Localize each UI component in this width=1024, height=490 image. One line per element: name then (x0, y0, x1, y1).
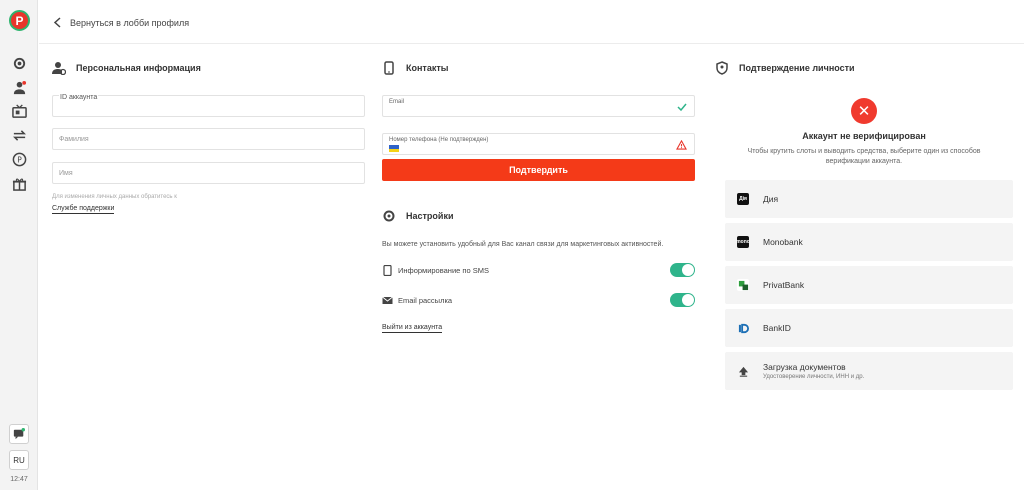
logout-link[interactable]: Выйти из аккаунта (382, 324, 443, 333)
language-button[interactable]: RU (9, 450, 29, 470)
verify-bankid-button[interactable]: BankID (725, 309, 1013, 347)
email-toggle[interactable] (670, 293, 695, 307)
contacts-section: Контакты Email Номер телефона (Не подтве… (382, 58, 695, 333)
sms-setting-row: Информирование по SMS (382, 262, 695, 278)
transfer-icon[interactable] (11, 127, 27, 143)
name-field[interactable]: Имя (52, 162, 365, 184)
svg-text:P: P (17, 155, 22, 164)
topbar: Вернуться в лобби профиля (39, 0, 1024, 44)
tv-games-icon[interactable] (11, 103, 27, 119)
support-link[interactable]: Службе поддержки (52, 205, 115, 214)
chat-icon (13, 428, 25, 440)
phone-label: Номер телефона (Не подтвержден) (389, 137, 489, 143)
verify-privatbank-button[interactable]: PrivatBank (725, 266, 1013, 304)
personal-info-title: Персональная информация (76, 63, 201, 73)
verification-status: ✕ Аккаунт не верифицирован Чтобы крутить… (715, 98, 1013, 167)
method-name: PrivatBank (763, 280, 805, 290)
phone-field[interactable]: Номер телефона (Не подтвержден) (382, 133, 695, 155)
warning-icon (676, 140, 687, 150)
user-settings-icon (52, 62, 66, 75)
settings-gear-icon[interactable] (11, 55, 27, 71)
envelope-icon (382, 296, 393, 304)
method-name: Monobank (763, 237, 803, 247)
toggle-knob (682, 294, 694, 306)
support-note: Для изменения личных данных обратитесь к (52, 194, 177, 200)
method-name: Дия (763, 194, 779, 204)
email-field[interactable]: Email (382, 95, 695, 117)
verification-title: Подтверждение личности (739, 63, 855, 73)
settings-description: Вы можете установить удобный для Вас кан… (382, 241, 664, 248)
confirm-phone-button[interactable]: Подтвердить (382, 159, 695, 181)
back-to-lobby-link[interactable]: Вернуться в лобби профиля (53, 17, 189, 28)
loyalty-icon[interactable]: P (11, 151, 27, 167)
verification-status-sub: Чтобы крутить слоты и выводить средства,… (747, 148, 981, 165)
settings-title: Настройки (406, 211, 454, 221)
method-name: BankID (763, 323, 791, 333)
phone-icon (384, 61, 394, 75)
method-sub: Удостоверение личности, ИНН и др. (763, 374, 865, 380)
verify-monobank-button[interactable]: mono Monobank (725, 223, 1013, 261)
account-id-label: ID аккаунта (59, 94, 99, 101)
account-id-field[interactable]: ID аккаунта (52, 94, 365, 117)
chat-button[interactable] (9, 424, 29, 444)
clock: 12:47 (10, 476, 28, 483)
method-name: Загрузка документов (763, 362, 846, 372)
verify-diia-button[interactable]: Дія Дия (725, 180, 1013, 218)
profile-icon[interactable] (11, 79, 27, 95)
phone-icon (383, 264, 392, 276)
shield-icon (716, 61, 728, 75)
verification-status-title: Аккаунт не верифицирован (802, 131, 926, 141)
ukraine-flag-icon (389, 145, 399, 152)
error-x-icon: ✕ (851, 98, 877, 124)
email-label: Email (389, 99, 405, 105)
bankid-icon (737, 322, 749, 334)
diia-icon: Дія (737, 193, 749, 205)
upload-icon (737, 365, 749, 377)
sms-label: Информирование по SMS (398, 265, 489, 275)
settings-section-title: Настройки (382, 206, 453, 226)
chevron-left-icon (53, 17, 61, 28)
logo-icon[interactable]: P (9, 10, 30, 31)
gear-icon (383, 210, 395, 222)
email-newsletter-label: Email рассылка (398, 295, 453, 305)
upload-documents-button[interactable]: Загрузка документов Удостоверение личнос… (725, 352, 1013, 390)
gift-icon[interactable] (11, 175, 27, 191)
section-title: Персональная информация (52, 58, 365, 78)
section-title: Контакты (382, 58, 695, 78)
name-placeholder: Имя (59, 170, 73, 177)
surname-placeholder: Фамилия (59, 136, 89, 143)
surname-field[interactable]: Фамилия (52, 128, 365, 150)
back-label: Вернуться в лобби профиля (70, 17, 190, 28)
upload-text: Загрузка документов Удостоверение личнос… (763, 362, 864, 380)
section-title: Подтверждение личности (715, 58, 1013, 78)
personal-info-section: Персональная информация ID аккаунта Фами… (52, 58, 365, 214)
toggle-knob (682, 264, 694, 276)
monobank-icon: mono (736, 236, 750, 248)
check-icon (677, 103, 687, 112)
verification-section: Подтверждение личности ✕ Аккаунт не вери… (715, 58, 1013, 390)
privatbank-icon (737, 279, 749, 291)
sidebar: P P RU 12:47 (0, 0, 38, 490)
email-setting-row: Email рассылка (382, 292, 695, 308)
contacts-title: Контакты (406, 63, 449, 73)
sms-toggle[interactable] (670, 263, 695, 277)
